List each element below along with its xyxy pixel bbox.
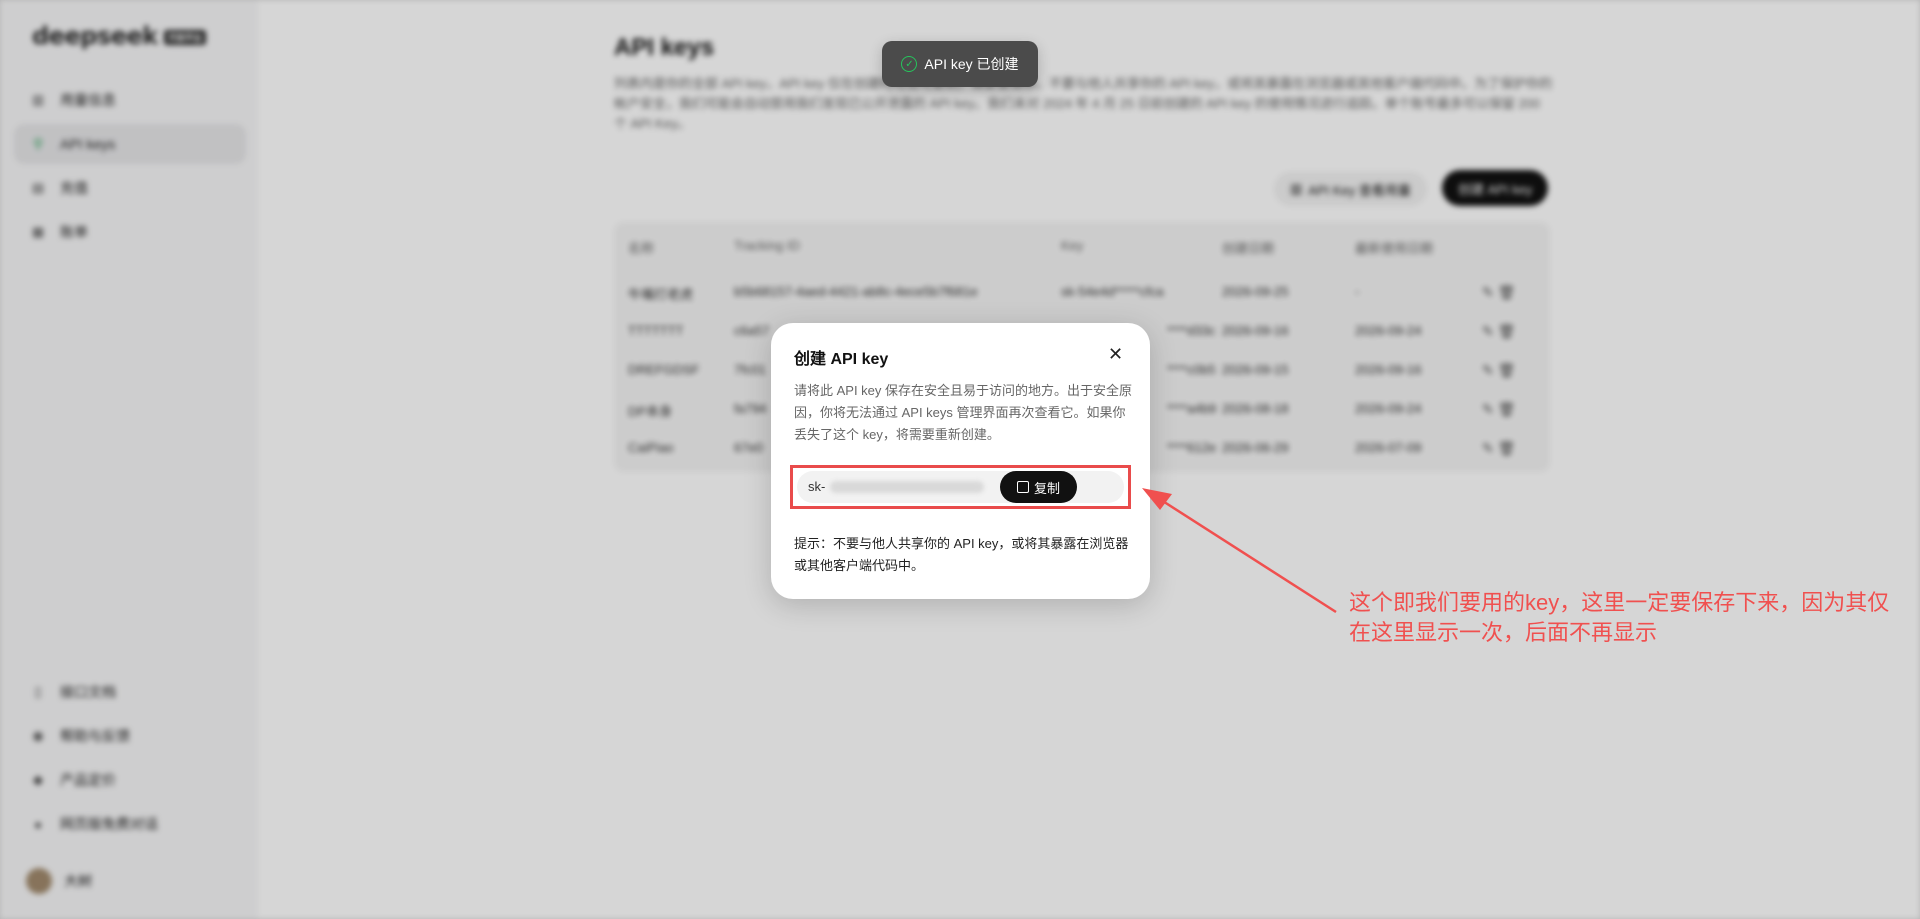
create-api-key-dialog: 创建 API key ✕ 请将此 API key 保存在安全且易于访问的地方。出… — [771, 323, 1150, 599]
annotation-text: 这个即我们要用的key，这里一定要保存下来，因为其仅在这里显示一次，后面不再显示 — [1349, 590, 1890, 645]
api-key-masked-value — [830, 481, 984, 493]
dialog-description: 请将此 API key 保存在安全且易于访问的地方。出于安全原因，你将无法通过 … — [794, 383, 1133, 442]
api-key-prefix: sk- — [808, 479, 826, 494]
check-circle-icon: ✓ — [901, 56, 918, 72]
api-key-field[interactable]: sk- 复制 — [797, 471, 1124, 503]
toast-text: API key 已创建 — [924, 56, 1019, 72]
copy-label: 复制 — [1033, 480, 1060, 496]
dialog-tip: 提示：不要与他人共享你的 API key，或将其暴露在浏览器或其他客户端代码中。 — [794, 536, 1129, 573]
success-toast: ✓ API key 已创建 — [882, 41, 1038, 87]
copy-button[interactable]: 复制 — [1000, 471, 1077, 503]
key-highlight-box: sk- 复制 — [790, 465, 1131, 509]
dialog-title: 创建 API key — [794, 351, 889, 368]
close-icon[interactable]: ✕ — [1108, 345, 1123, 363]
copy-icon — [1016, 481, 1029, 493]
